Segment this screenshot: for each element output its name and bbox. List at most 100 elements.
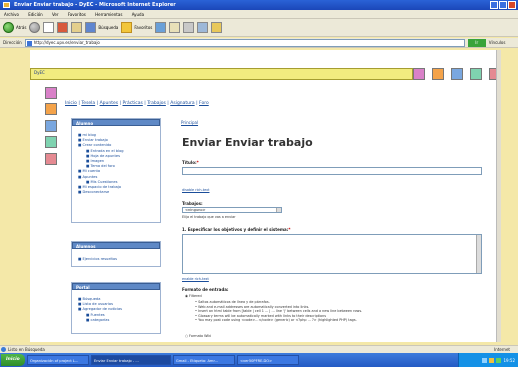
trabajos-select[interactable]: <ninguno> (182, 207, 282, 213)
tray-icon[interactable] (489, 357, 495, 363)
taskbar-task[interactable]: <ver50PFRE.DO> (237, 355, 299, 365)
sidebar-alumnos-menu: ■ Ejercicios resueltos (72, 249, 160, 262)
sidebar-portal-menu: ■ Búsqueda ■ Lista de usuarios ■ Agregador… (72, 290, 160, 323)
menu-archivo[interactable]: Archivo (4, 12, 19, 17)
sidebar-alumnos-box: Alumnos ■ Ejercicios resueltos (71, 241, 161, 267)
taskbar-task-active[interactable]: Enviar Enviar trabajo - ... (91, 355, 171, 365)
links-label[interactable]: Vínculos (489, 40, 506, 45)
nav-trabajos[interactable]: Trabajos (147, 101, 166, 106)
side-color-block[interactable] (45, 120, 57, 132)
taskbar-task[interactable]: Gmail - Etiqueta: Amr... (173, 355, 235, 365)
trabajos-label: Trabajos: (182, 201, 203, 206)
ie-app-icon (3, 2, 10, 8)
address-bar: Dirección http://dyec.upv.es/enviar_trab… (0, 38, 518, 48)
minimize-icon[interactable] (490, 1, 498, 9)
format-option-wiki[interactable]: ○ Formato Wiki (185, 334, 211, 338)
edit-icon[interactable] (197, 22, 209, 33)
tray-icon[interactable] (496, 357, 502, 363)
star-icon (121, 22, 133, 33)
radio-icon[interactable]: ◉ (185, 294, 188, 298)
menu-ayuda[interactable]: Ayuda (132, 12, 144, 17)
sidebar-user-menu: ■ mi blog ■ Enviar trabajo ■ Crear conteni… (72, 126, 160, 195)
side-color-block[interactable] (45, 153, 57, 165)
status-text: Listo en Búsqueda (8, 347, 45, 352)
taskbar-task[interactable]: Organización of project L... (27, 355, 89, 365)
format-option-filtered[interactable]: ◉ Filtered (185, 294, 202, 298)
messenger-icon[interactable] (211, 22, 223, 33)
title-input[interactable] (182, 167, 482, 175)
nav-foro[interactable]: Foro (199, 101, 209, 106)
nav-inicio[interactable]: Inicio (65, 101, 77, 106)
nav-apuntes[interactable]: Apuntes (100, 101, 119, 106)
sidebar-alumnos-item[interactable]: ■ Ejercicios resueltos (78, 257, 160, 262)
system-tray: 19:52 (458, 353, 518, 367)
sidebar-box-title: Portal (72, 283, 160, 290)
go-button[interactable]: Ir (467, 38, 486, 47)
maximize-icon[interactable] (499, 1, 507, 9)
globe-icon (1, 347, 6, 352)
page-scrollbar[interactable] (496, 50, 501, 342)
refresh-icon[interactable] (57, 22, 69, 33)
side-color-block[interactable] (45, 136, 57, 148)
nav-tesela[interactable]: Tesela (81, 101, 95, 106)
window-title: Enviar Enviar trabajo - DyEC - Microsoft… (14, 2, 176, 8)
breadcrumb[interactable]: Principal (181, 120, 198, 125)
enable-rich-text-link[interactable]: enable rich-text (182, 277, 209, 281)
stop-icon[interactable] (43, 22, 55, 33)
side-color-block[interactable] (45, 103, 57, 115)
mail-icon[interactable] (169, 22, 181, 33)
site-header-strip (30, 68, 413, 80)
sidebar-user-item[interactable]: ■ Desconectarse (78, 190, 160, 195)
page-title: Enviar Enviar trabajo (182, 136, 313, 149)
search-icon (85, 22, 97, 33)
sidebar-box-title: Alumno (72, 119, 160, 126)
history-icon[interactable] (155, 22, 167, 33)
title-field-label: Título:* (182, 160, 199, 165)
home-icon[interactable] (71, 22, 83, 33)
address-input[interactable]: http://dyec.upv.es/enviar_trabajo (24, 38, 465, 47)
menu-bar: Archivo Edición Ver Favoritos Herramient… (0, 10, 518, 19)
objectives-textarea[interactable] (182, 234, 482, 274)
sidebar-portal-box: Portal ■ Búsqueda ■ Lista de usuarios ■ Ag… (71, 282, 161, 334)
sidebar-box-title: Alumnos (72, 242, 160, 249)
disable-rich-text-link[interactable]: disable rich-text (182, 188, 209, 192)
window-titlebar: Enviar Enviar trabajo - DyEC - Microsoft… (0, 0, 518, 10)
print-icon[interactable] (183, 22, 195, 33)
nav-practicas[interactable]: Prácticas (123, 101, 143, 106)
menu-ver[interactable]: Ver (52, 12, 59, 17)
search-button[interactable]: Búsqueda (85, 22, 118, 33)
address-label: Dirección (3, 40, 22, 45)
menu-favoritos[interactable]: Favoritos (68, 12, 86, 17)
header-color-block[interactable] (451, 68, 463, 80)
format-note: • You may post code using <code>...</cod… (195, 318, 357, 323)
header-color-block[interactable] (413, 68, 425, 80)
back-arrow-icon (3, 22, 14, 33)
textarea-scrollbar[interactable] (476, 235, 481, 273)
chevron-down-icon (276, 208, 281, 212)
close-icon[interactable] (508, 1, 516, 9)
header-color-block[interactable] (432, 68, 444, 80)
menu-edicion[interactable]: Edición (28, 12, 42, 17)
zone-label: Internet (494, 347, 510, 352)
taskbar: Inicio Organización of project L... Envi… (0, 353, 518, 367)
format-notes: • Saltos automáticos de línea y de párra… (195, 300, 475, 323)
clock: 19:52 (503, 357, 515, 363)
trabajos-help: Elija el trabajo que vas a enviar (182, 215, 236, 219)
nav-asignatura[interactable]: Asignatura (170, 101, 194, 106)
start-button[interactable]: Inicio (1, 354, 25, 366)
site-name[interactable]: DyEC (34, 70, 45, 75)
radio-icon[interactable]: ○ (185, 334, 188, 338)
back-button[interactable]: Atrás (3, 22, 26, 33)
favorites-button[interactable]: Favoritos (121, 22, 152, 33)
primary-nav: Inicio | Tesela | Apuntes | Prácticas | … (65, 101, 209, 106)
tray-icon[interactable] (482, 357, 488, 363)
input-format-label: Formato de entrada: (182, 287, 229, 292)
browser-toolbar: Atrás Búsqueda Favoritos (0, 19, 518, 37)
header-color-block[interactable] (470, 68, 482, 80)
objectives-label: 1. Especificar los objetivos y definir e… (182, 227, 291, 232)
menu-herramientas[interactable]: Herramientas (95, 12, 122, 17)
forward-button[interactable] (29, 22, 41, 33)
sidebar-portal-item[interactable]: ■ categorías (78, 318, 160, 323)
sidebar-user-box: Alumno ■ mi blog ■ Enviar trabajo ■ Crear … (71, 118, 161, 223)
side-color-block[interactable] (45, 87, 57, 99)
